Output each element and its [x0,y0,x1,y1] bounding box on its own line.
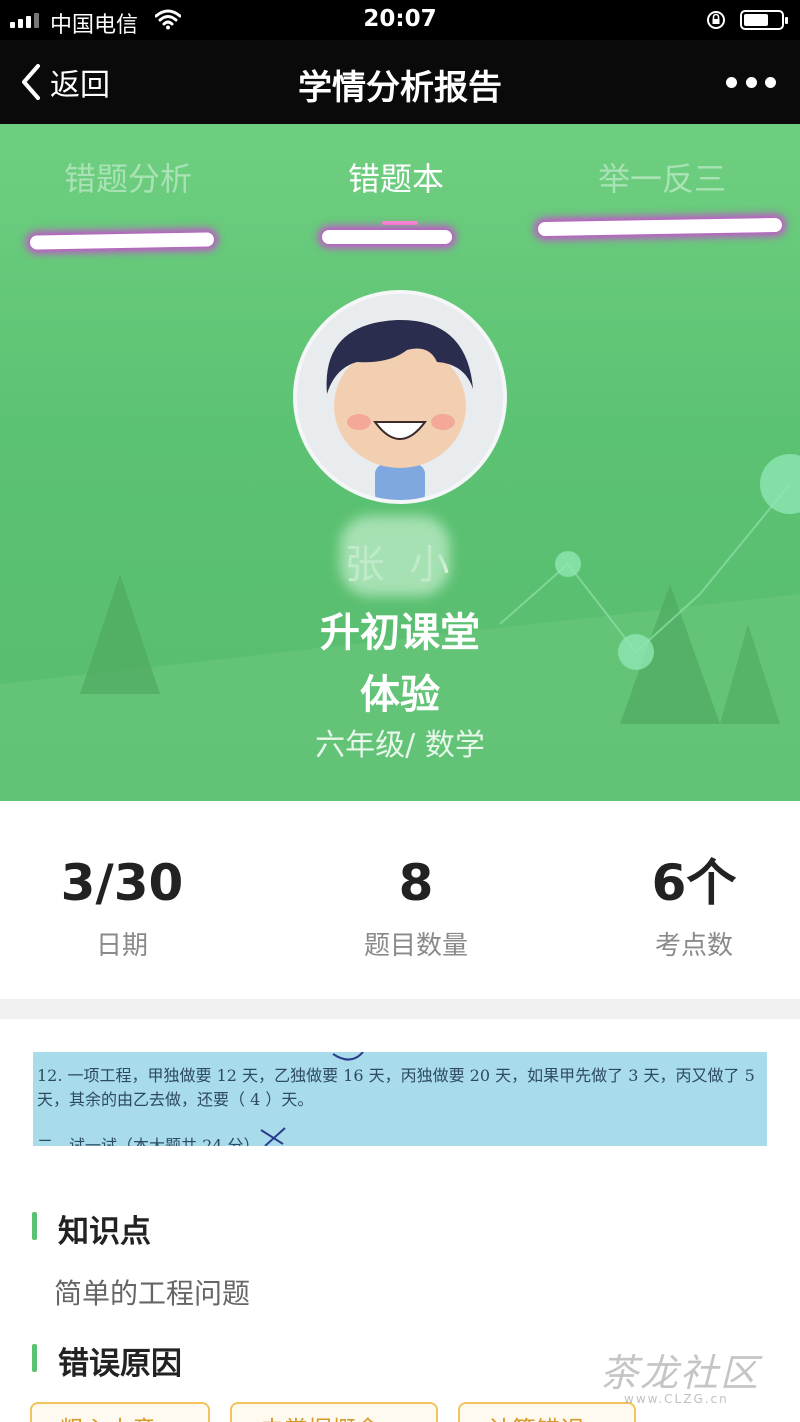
knowledge-section-marker [32,1212,37,1240]
stat-question-count: 8 题目数量 [286,853,546,962]
knowledge-point-text: 简单的工程问题 [54,1277,251,1310]
stat-date-value: 3/30 [60,854,184,912]
watermark-url: www.CLZG.cn [624,1392,729,1406]
more-icon[interactable] [726,70,776,94]
profile-hero: 错题分析 错题本 举一反三 张 小 升初课堂 体验 六年级/ 数学 [0,124,800,801]
question-photo[interactable]: 12. 一项工程，甲独做要 12 天，乙独做要 16 天，丙独做要 20 天，如… [33,1052,767,1146]
avatar [293,290,507,504]
grade-subject: 六年级/ 数学 [315,728,485,763]
back-label: 返回 [50,68,110,103]
battery-icon [740,10,788,30]
handwriting-marks [260,1052,364,1146]
site-watermark: 茶龙社区 www.CLZG.cn [600,1342,790,1412]
stats-panel: 3/30 日期 8 题目数量 6个 考点数 [0,801,800,999]
tab-bar: 错题分析 错题本 举一反三 [0,154,800,214]
rotation-lock-icon [707,11,725,29]
watermark-text: 茶龙社区 [600,1351,761,1395]
error-reason-section-title: 错误原因 [58,1346,182,1382]
stat-question-count-label: 题目数量 [363,931,468,961]
error-reason-section-marker [32,1344,37,1372]
class-name-line1: 升初课堂 [320,610,480,656]
back-button[interactable]: 返回 [18,58,110,106]
error-reason-tag[interactable]: 粗心大意 [30,1402,210,1422]
status-time: 20:07 [363,6,437,32]
error-reason-tags: 粗心大意 未掌握概念 计算错误 [30,1402,640,1422]
stat-date-label: 日期 [95,931,148,961]
stat-knowledge-points: 6个 考点数 [564,853,800,962]
page-title: 学情分析报告 [298,68,502,108]
section-divider [0,999,800,1019]
redaction-mark [322,230,452,244]
status-bar: 中国电信 20:07 [0,0,800,40]
class-name-line2: 体验 [360,672,440,718]
tab-error-analysis[interactable]: 错题分析 [64,154,192,200]
active-tab-indicator [382,221,418,225]
error-reason-tag[interactable]: 未掌握概念 [230,1402,438,1422]
tab-error-book[interactable]: 错题本 [348,154,444,200]
chevron-left-icon [22,64,40,100]
stat-date: 3/30 日期 [0,853,252,962]
stat-knowledge-points-label: 考点数 [654,931,733,961]
boy-avatar-icon [297,294,503,500]
stat-question-count-value: 8 [398,854,434,912]
knowledge-section-title: 知识点 [58,1214,151,1250]
nav-bar: 返回 学情分析报告 [0,40,800,124]
name-redaction-blur [340,516,450,596]
stat-knowledge-points-value: 6个 [651,854,737,912]
tab-extension-practice[interactable]: 举一反三 [598,154,726,200]
